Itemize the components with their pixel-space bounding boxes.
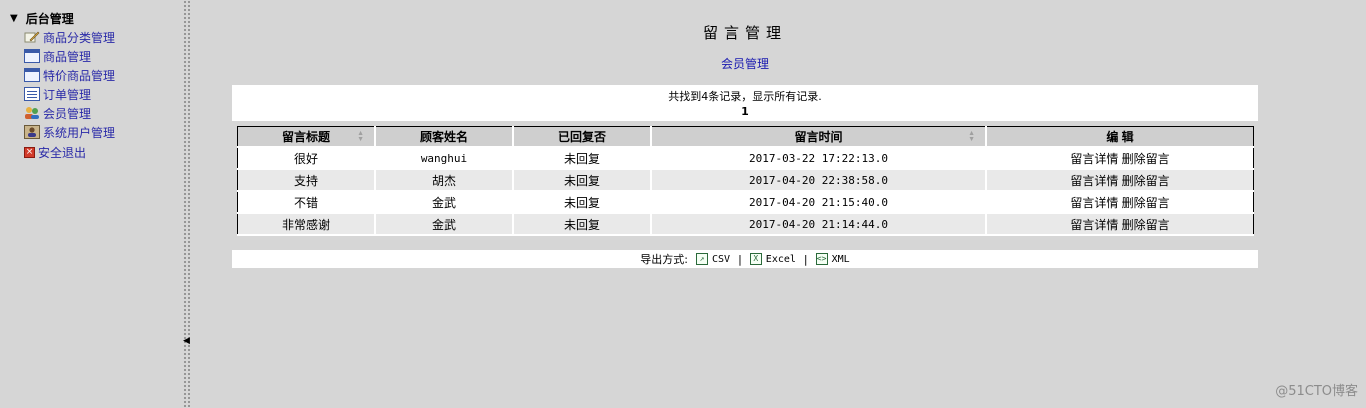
page-title: 留言管理 [702, 24, 787, 42]
table-row: 非常感谢 金武 未回复 2017-04-20 21:14:44.0 留言详情 删… [237, 213, 1254, 236]
sidebar-item-label[interactable]: 商品管理 [43, 48, 91, 65]
message-detail-link[interactable]: 留言详情 [1070, 152, 1118, 166]
column-header-label: 已回复否 [557, 130, 606, 144]
pencil-icon [24, 30, 40, 44]
sidebar-item-label[interactable]: 商品分类管理 [43, 29, 115, 46]
delete-message-link[interactable]: 删除留言 [1122, 196, 1170, 210]
export-excel-label: Excel [765, 253, 796, 265]
sidebar-item-logout[interactable]: × 安全退出 [24, 143, 86, 161]
sidebar-item-orders[interactable]: 订单管理 [24, 85, 91, 103]
sidebar-item-category[interactable]: 商品分类管理 [24, 28, 115, 46]
export-bar: 导出方式: ↗ CSV | X Excel | <> XML [232, 250, 1258, 268]
users-icon [24, 106, 40, 120]
table-row: 支持 胡杰 未回复 2017-04-20 22:38:58.0 留言详情 删除留… [237, 169, 1254, 192]
cell-customer: wanghui [375, 147, 514, 170]
column-header-label: 顾客姓名 [419, 130, 468, 144]
window-icon [24, 68, 40, 82]
cell-title: 非常感谢 [237, 213, 376, 236]
excel-file-icon: X [749, 253, 762, 265]
user-icon [24, 125, 40, 139]
delete-message-link[interactable]: 删除留言 [1122, 152, 1170, 166]
collapse-arrow-icon[interactable]: ◀ [183, 336, 190, 346]
cell-customer: 胡杰 [375, 169, 514, 192]
export-csv-label: CSV [712, 253, 731, 265]
sidebar-item-label[interactable]: 订单管理 [43, 86, 91, 103]
sidebar-item-label[interactable]: 会员管理 [43, 105, 91, 122]
delete-message-link[interactable]: 删除留言 [1122, 218, 1170, 232]
table-row: 不错 金武 未回复 2017-04-20 21:15:40.0 留言详情 删除留… [237, 191, 1254, 214]
cell-customer: 金武 [375, 213, 514, 236]
export-csv-button[interactable]: ↗ CSV [696, 253, 730, 265]
cell-replied: 未回复 [513, 191, 652, 214]
watermark: @51CTO博客 [1275, 384, 1358, 399]
tree-root-label: 后台管理 [25, 11, 74, 26]
tree-root[interactable]: ▼ 后台管理 [10, 10, 74, 26]
expand-triangle-icon[interactable]: ▼ [10, 13, 18, 24]
cell-time: 2017-04-20 22:38:58.0 [651, 169, 987, 192]
sidebar-item-products[interactable]: 商品管理 [24, 47, 91, 65]
sort-icon[interactable]: ▲ ▼ [357, 130, 364, 143]
column-header-label: 留言标题 [281, 130, 330, 144]
sidebar-item-special-products[interactable]: 特价商品管理 [24, 66, 115, 84]
column-header-label: 留言时间 [794, 130, 843, 144]
message-detail-link[interactable]: 留言详情 [1070, 196, 1118, 210]
member-management-link[interactable]: 会员管理 [232, 55, 1258, 72]
cell-replied: 未回复 [513, 169, 652, 192]
summary-bar: 共找到4条记录，显示所有记录. 1 [232, 85, 1258, 121]
cell-actions: 留言详情 删除留言 [986, 147, 1254, 170]
csv-file-icon: ↗ [696, 253, 709, 265]
column-header-label: 编 辑 [1106, 130, 1134, 144]
exit-icon: × [24, 146, 35, 158]
list-icon [24, 87, 40, 101]
sidebar: ▼ 后台管理 商品分类管理 商品管理 特价商品管理 订单管理 会员管理 系统用户… [0, 0, 182, 408]
delete-message-link[interactable]: 删除留言 [1122, 174, 1170, 188]
cell-time: 2017-04-20 21:15:40.0 [651, 191, 987, 214]
message-detail-link[interactable]: 留言详情 [1070, 218, 1118, 232]
message-detail-link[interactable]: 留言详情 [1070, 174, 1118, 188]
sidebar-item-label[interactable]: 系统用户管理 [43, 124, 115, 141]
export-label: 导出方式: [640, 253, 689, 266]
sidebar-item-label[interactable]: 安全退出 [38, 144, 86, 161]
export-xml-label: XML [831, 253, 850, 265]
export-excel-button[interactable]: X Excel [749, 253, 796, 265]
cell-replied: 未回复 [513, 213, 652, 236]
column-header-replied: 已回复否 [513, 126, 652, 148]
cell-title: 很好 [237, 147, 376, 170]
column-header-edit: 编 辑 [986, 126, 1254, 148]
record-summary: 共找到4条记录，显示所有记录. [668, 90, 822, 103]
table-header-row: 留言标题 ▲ ▼ 顾客姓名 已回复否 留言时间 ▲ ▼ 编 辑 [237, 126, 1254, 148]
cell-actions: 留言详情 删除留言 [986, 169, 1254, 192]
column-header-title[interactable]: 留言标题 ▲ ▼ [237, 126, 376, 148]
table-row: 很好 wanghui 未回复 2017-03-22 17:22:13.0 留言详… [237, 147, 1254, 170]
sidebar-item-members[interactable]: 会员管理 [24, 104, 91, 122]
sidebar-item-label[interactable]: 特价商品管理 [43, 67, 115, 84]
cell-time: 2017-04-20 21:14:44.0 [651, 213, 987, 236]
column-header-customer: 顾客姓名 [375, 126, 514, 148]
window-icon [24, 49, 40, 63]
page-number-link[interactable]: 1 [232, 105, 1258, 118]
sidebar-item-system-users[interactable]: 系统用户管理 [24, 123, 115, 141]
xml-file-icon: <> [815, 253, 828, 265]
column-header-time[interactable]: 留言时间 ▲ ▼ [651, 126, 987, 148]
cell-customer: 金武 [375, 191, 514, 214]
cell-time: 2017-03-22 17:22:13.0 [651, 147, 987, 170]
frame-splitter[interactable]: ◀ [182, 0, 191, 408]
cell-title: 不错 [237, 191, 376, 214]
cell-actions: 留言详情 删除留言 [986, 213, 1254, 236]
export-separator: | [738, 252, 742, 266]
export-xml-button[interactable]: <> XML [815, 253, 850, 265]
sort-icon[interactable]: ▲ ▼ [968, 130, 975, 143]
cell-replied: 未回复 [513, 147, 652, 170]
cell-title: 支持 [237, 169, 376, 192]
message-table: 留言标题 ▲ ▼ 顾客姓名 已回复否 留言时间 ▲ ▼ 编 辑 很好 wanghui 未… [237, 126, 1254, 236]
cell-actions: 留言详情 删除留言 [986, 191, 1254, 214]
export-separator: | [803, 252, 808, 266]
